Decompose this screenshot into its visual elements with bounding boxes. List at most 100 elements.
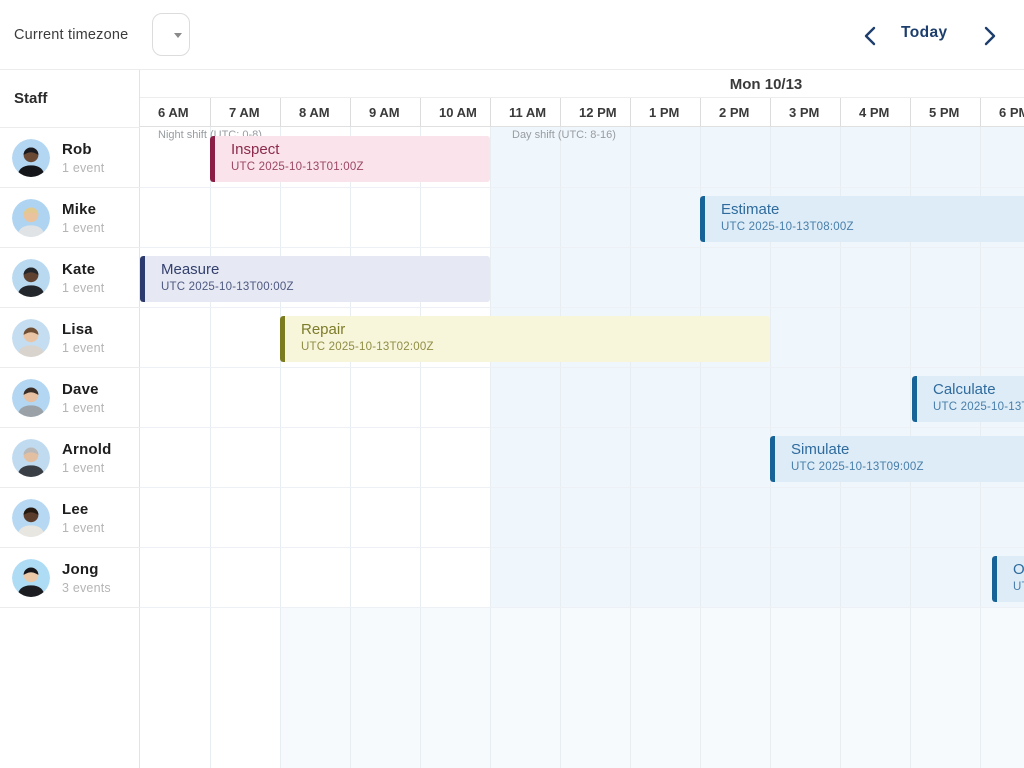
grid-row-line	[140, 307, 1024, 308]
day-shift-annotation: Day shift (UTC: 8-16)	[512, 129, 616, 141]
staff-meta: Rob1 event	[62, 141, 104, 175]
avatar-image	[12, 379, 50, 417]
avatar-image	[12, 559, 50, 597]
staff-event-count: 1 event	[62, 461, 112, 475]
grid-column-line	[280, 127, 281, 768]
grid-row-line	[140, 247, 1024, 248]
event-color-bar	[280, 316, 285, 362]
event-subtitle: UTC 2025-10-13T12:00Z	[1013, 581, 1024, 593]
staff-name: Lee	[62, 501, 104, 518]
event-color-bar	[140, 256, 145, 302]
grid-row-line	[140, 607, 1024, 608]
event-title: Repair	[301, 321, 345, 338]
grid-column-line	[490, 127, 491, 768]
time-slot-label: 2 PM	[700, 98, 770, 126]
staff-column-header: Staff	[14, 90, 47, 107]
staff-event-count: 1 event	[62, 521, 104, 535]
time-header-row: 6 AM7 AM8 AM9 AM10 AM11 AM12 PM1 PM2 PM3…	[140, 98, 1024, 127]
time-slot-label: 10 AM	[420, 98, 490, 126]
grid-row-line	[140, 547, 1024, 548]
time-slot-label: 8 AM	[280, 98, 350, 126]
staff-name: Kate	[62, 261, 104, 278]
staff-row-rob: Rob1 event	[0, 128, 140, 188]
avatar	[12, 439, 50, 477]
event-subtitle: UTC 2025-10-13T09:00Z	[791, 461, 924, 473]
grid-column-line	[210, 127, 211, 768]
staff-row-dave: Dave1 event	[0, 368, 140, 428]
staff-event-count: 1 event	[62, 281, 104, 295]
time-slot-label: 3 PM	[770, 98, 840, 126]
event-order[interactable]: Order UTC 2025-10-13T12:00Z	[992, 556, 1024, 602]
grid-row-line	[140, 487, 1024, 488]
avatar	[12, 379, 50, 417]
staff-event-count: 1 event	[62, 221, 104, 235]
time-slot-label: 9 AM	[350, 98, 420, 126]
grid-column-line	[420, 127, 421, 768]
timeline: Mon 10/13 6 AM7 AM8 AM9 AM10 AM11 AM12 P…	[140, 70, 1024, 768]
schedule-grid[interactable]: Night shift (UTC: 0-8)Day shift (UTC: 8-…	[140, 127, 1024, 768]
grid-row-line	[140, 427, 1024, 428]
event-title: Estimate	[721, 201, 779, 218]
staff-name: Arnold	[62, 441, 112, 458]
avatar	[12, 139, 50, 177]
grid-row-line	[140, 187, 1024, 188]
time-slot-label: 6 PM	[980, 98, 1024, 126]
event-calculate[interactable]: CalculateUTC 2025-10-13T11:00Z	[912, 376, 1024, 422]
bottom-area-shading	[280, 607, 1024, 768]
staff-event-count: 1 event	[62, 341, 104, 355]
staff-row-arnold: Arnold 1 event	[0, 428, 140, 488]
avatar-image	[12, 319, 50, 357]
staff-meta: Kate 1 event	[62, 261, 104, 295]
staff-event-count: 3 events	[62, 581, 111, 595]
staff-event-count: 1 event	[62, 161, 104, 175]
staff-row-kate: Kate 1 event	[0, 248, 140, 308]
staff-meta: Dave1 event	[62, 381, 104, 415]
date-header-row: Mon 10/13	[140, 70, 1024, 98]
staff-meta: Lee 1 event	[62, 501, 104, 535]
staff-name: Dave	[62, 381, 104, 398]
event-title: Measure	[161, 261, 219, 278]
staff-meta: Jong 3 events	[62, 561, 111, 595]
avatar	[12, 499, 50, 537]
staff-column: Staff Rob1 eventMike1 eventKate1 eventLi…	[0, 70, 140, 768]
grid-column-line	[630, 127, 631, 768]
event-repair[interactable]: RepairUTC 2025-10-13T02:00Z	[280, 316, 770, 362]
time-slot-label: 7 AM	[210, 98, 280, 126]
avatar	[12, 559, 50, 597]
event-simulate[interactable]: Simulate UTC 2025-10-13T09:00Z	[770, 436, 1024, 482]
staff-name: Jong	[62, 561, 111, 578]
event-color-bar	[770, 436, 775, 482]
event-estimate[interactable]: Estimate UTC 2025-10-13T08:00Z	[700, 196, 1024, 242]
event-color-bar	[992, 556, 997, 602]
event-subtitle: UTC 2025-10-13T11:00Z	[933, 401, 1024, 413]
grid-row-line	[140, 367, 1024, 368]
time-slot-label: 6 AM	[140, 98, 210, 126]
staff-meta: Mike 1 event	[62, 201, 104, 235]
event-title: Order	[1013, 561, 1024, 578]
scheduler-app: Current timezone Today Staff Rob1 event M…	[0, 0, 1024, 768]
avatar-image	[12, 439, 50, 477]
event-color-bar	[912, 376, 917, 422]
avatar	[12, 199, 50, 237]
time-slot-label: 11 AM	[490, 98, 560, 126]
chevron-down-icon	[174, 33, 182, 38]
event-color-bar	[210, 136, 215, 182]
event-title: Simulate	[791, 441, 849, 458]
avatar-image	[12, 499, 50, 537]
timezone-label: Current timezone	[14, 27, 128, 43]
event-measure[interactable]: MeasureUTC 2025-10-13T00:00Z	[140, 256, 490, 302]
chevron-left-icon	[857, 22, 885, 50]
previous-day-button[interactable]	[857, 22, 885, 50]
today-button[interactable]: Today	[901, 24, 948, 42]
staff-row-jong: Jong 3 events	[0, 548, 140, 608]
timezone-select[interactable]	[152, 13, 190, 56]
toolbar: Current timezone Today	[0, 0, 1024, 70]
event-subtitle: UTC 2025-10-13T01:00Z	[231, 161, 364, 173]
next-day-button[interactable]	[975, 22, 1003, 50]
event-title: Inspect	[231, 141, 279, 158]
event-subtitle: UTC 2025-10-13T08:00Z	[721, 221, 854, 233]
event-inspect[interactable]: Inspect UTC 2025-10-13T01:00Z	[210, 136, 490, 182]
grid-column-line	[350, 127, 351, 768]
avatar-image	[12, 199, 50, 237]
staff-name: Mike	[62, 201, 104, 218]
